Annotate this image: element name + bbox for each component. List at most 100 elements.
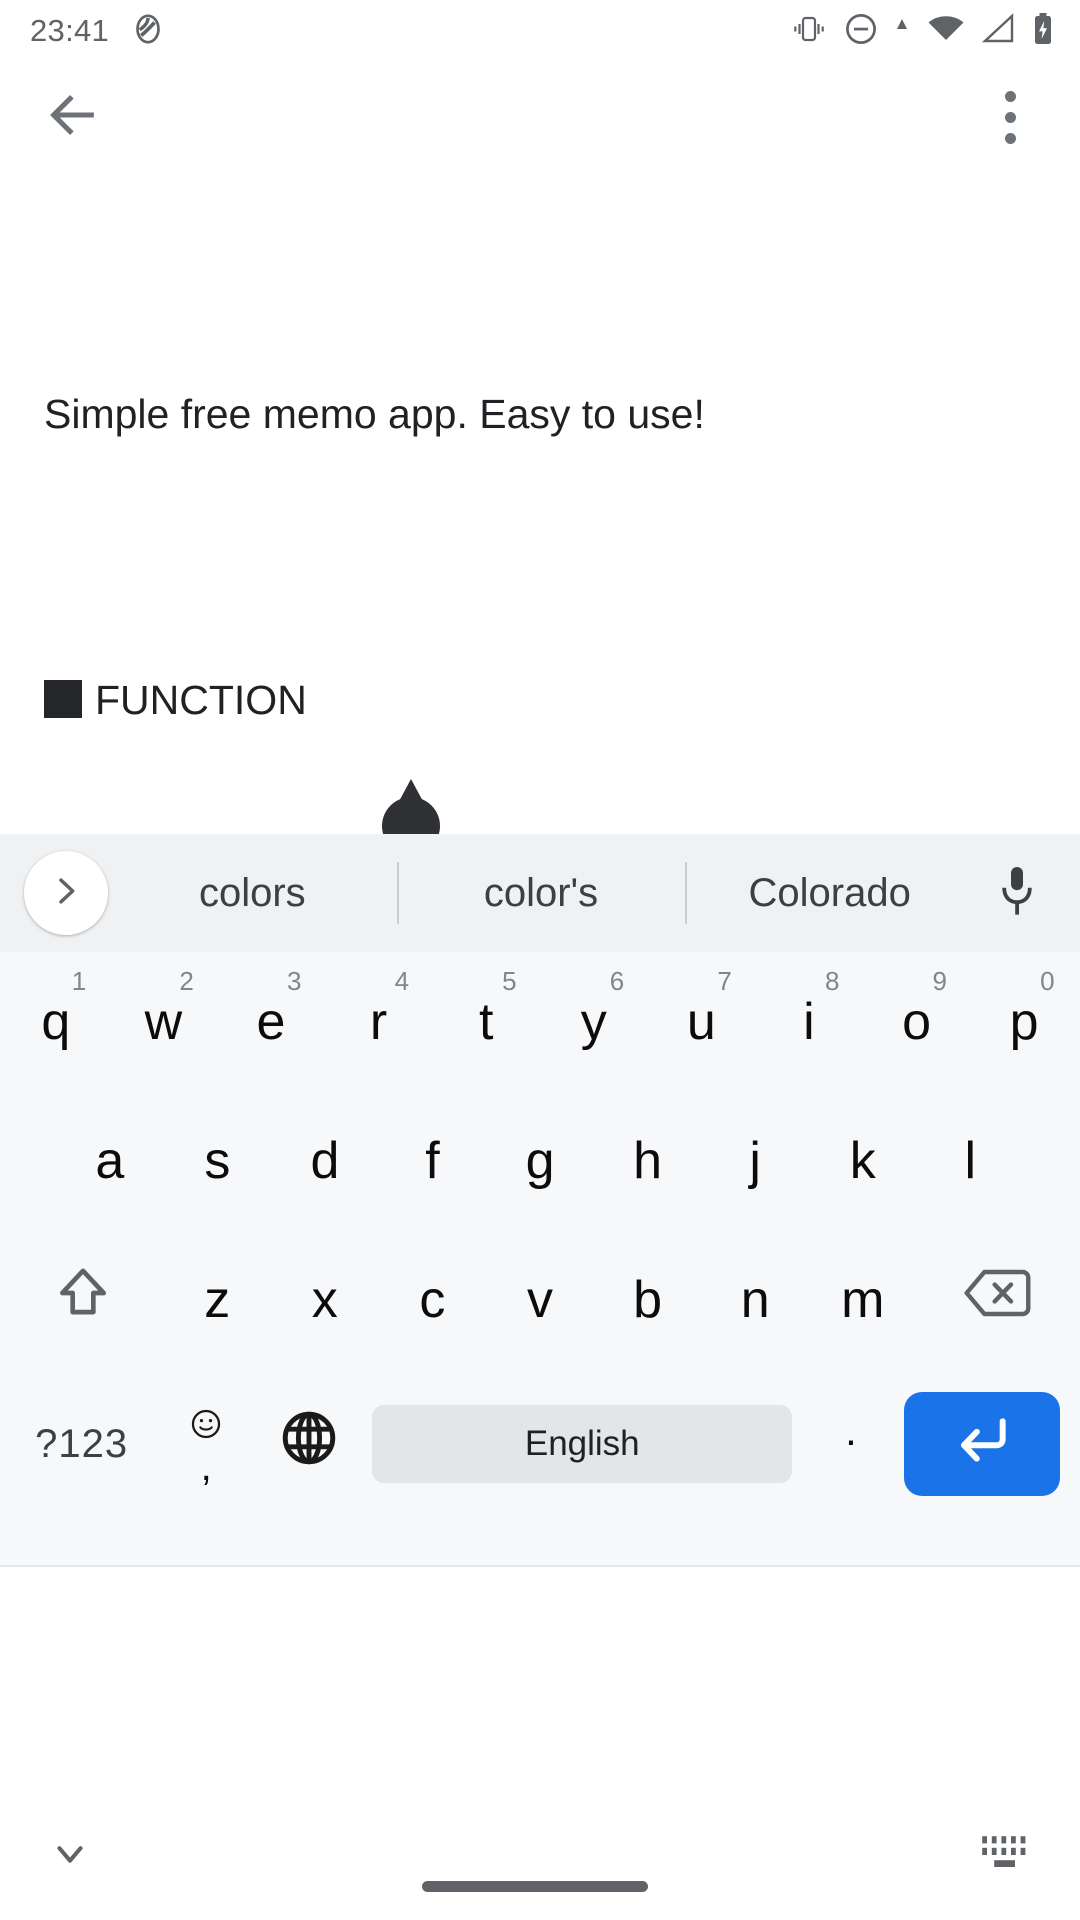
cellular-signal-icon	[982, 13, 1016, 50]
wifi-full-icon	[926, 13, 966, 50]
key-u-number-hint: 7	[717, 966, 731, 997]
switch-keyboard-button[interactable]	[930, 1833, 1080, 1878]
keyboard-icon	[979, 1833, 1031, 1878]
key-t-number-hint: 5	[502, 966, 516, 997]
language-globe-icon	[278, 1407, 340, 1482]
key-m[interactable]: m	[809, 1230, 917, 1369]
key-i[interactable]: 8i	[755, 952, 863, 1091]
keyboard-row-2: a s d f g h j k l	[0, 1091, 1080, 1230]
key-o-label: o	[902, 992, 931, 1052]
status-bar-right-icons	[790, 12, 1054, 51]
key-e[interactable]: 3e	[217, 952, 325, 1091]
key-q-number-hint: 1	[72, 966, 86, 997]
comma-label: ,	[201, 1453, 212, 1481]
key-r-number-hint: 4	[395, 966, 409, 997]
key-z[interactable]: z	[163, 1230, 271, 1369]
symbols-key[interactable]: ?123	[6, 1422, 157, 1467]
key-w-label: w	[145, 992, 183, 1052]
key-t-label: t	[479, 992, 493, 1052]
key-c[interactable]: c	[379, 1230, 487, 1369]
key-i-number-hint: 8	[825, 966, 839, 997]
key-r[interactable]: 4r	[325, 952, 433, 1091]
key-g[interactable]: g	[486, 1091, 594, 1230]
key-p-label: p	[1010, 992, 1039, 1052]
key-d[interactable]: d	[271, 1091, 379, 1230]
status-clock: 23:41	[30, 13, 109, 49]
back-button[interactable]	[36, 81, 108, 153]
key-k[interactable]: k	[809, 1091, 917, 1230]
app-bar	[0, 62, 1080, 172]
shift-icon	[52, 1262, 114, 1337]
key-u[interactable]: 7u	[648, 952, 756, 1091]
key-n[interactable]: n	[701, 1230, 809, 1369]
chevron-right-icon	[46, 871, 86, 916]
key-y[interactable]: 6y	[540, 952, 648, 1091]
chevron-down-icon	[47, 1830, 93, 1881]
memo-line-intro: Simple free memo app. Easy to use!	[44, 391, 1036, 439]
enter-key[interactable]	[904, 1392, 1060, 1496]
keyboard-row-1: 1q 2w 3e 4r 5t 6y 7u 8i 9o 0p	[0, 952, 1080, 1091]
microphone-icon	[992, 863, 1042, 924]
do-not-disturb-icon	[844, 12, 878, 51]
system-nav-bar	[0, 1790, 1080, 1920]
suggestion-item-1[interactable]: color's	[397, 871, 686, 916]
key-r-label: r	[370, 992, 387, 1052]
key-i-label: i	[803, 992, 815, 1052]
on-screen-keyboard: colors color's Colorado 1q 2w 3e 4r 5t 6…	[0, 834, 1080, 1567]
period-key[interactable]: .	[802, 1407, 900, 1481]
key-f[interactable]: f	[379, 1091, 487, 1230]
emoji-key[interactable]: ,	[157, 1407, 255, 1481]
vpn-arrow-icon	[894, 13, 910, 50]
backspace-icon	[962, 1264, 1032, 1335]
key-a[interactable]: a	[56, 1091, 164, 1230]
hide-keyboard-button[interactable]	[0, 1830, 140, 1881]
key-s[interactable]: s	[164, 1091, 272, 1230]
battery-charging-icon	[1032, 12, 1054, 51]
key-l[interactable]: l	[917, 1091, 1025, 1230]
keyboard-row-3: z x c v b n m	[0, 1230, 1080, 1369]
key-t[interactable]: 5t	[432, 952, 540, 1091]
backspace-key[interactable]	[917, 1230, 1078, 1369]
more-vertical-icon	[1005, 91, 1016, 144]
memo-heading-label: FUNCTION	[95, 677, 307, 723]
key-b[interactable]: b	[594, 1230, 702, 1369]
key-h[interactable]: h	[594, 1091, 702, 1230]
home-gesture-area[interactable]	[140, 1790, 930, 1920]
suggestion-item-2[interactable]: Colorado	[685, 871, 974, 916]
do-not-disturb-rotation-icon	[131, 12, 165, 51]
overflow-menu-button[interactable]	[978, 81, 1042, 153]
expand-suggestions-button[interactable]	[24, 851, 108, 935]
key-o-number-hint: 9	[933, 966, 947, 997]
suggestion-strip: colors color's Colorado	[0, 834, 1080, 952]
language-switch-key[interactable]	[255, 1407, 362, 1482]
square-bullet-icon	[44, 680, 82, 718]
suggestion-item-0[interactable]: colors	[108, 871, 397, 916]
memo-blank-line-1	[44, 534, 1036, 582]
key-w-number-hint: 2	[179, 966, 193, 997]
suggestion-list: colors color's Colorado	[108, 834, 974, 952]
status-bar-left-icons	[131, 12, 165, 51]
vibrate-icon	[790, 13, 828, 50]
keyboard-bottom-padding	[0, 1519, 1080, 1567]
voice-input-button[interactable]	[974, 863, 1060, 924]
arrow-back-icon	[43, 86, 101, 149]
keyboard-row-4: ?123 , English .	[0, 1369, 1080, 1519]
key-y-label: y	[581, 992, 607, 1052]
key-x[interactable]: x	[271, 1230, 379, 1369]
key-w[interactable]: 2w	[110, 952, 218, 1091]
key-v[interactable]: v	[486, 1230, 594, 1369]
home-pill-indicator[interactable]	[422, 1881, 648, 1892]
key-u-label: u	[687, 992, 716, 1052]
enter-return-icon	[951, 1407, 1013, 1482]
status-bar: 23:41	[0, 0, 1080, 62]
space-key[interactable]: English	[372, 1405, 792, 1483]
key-p-number-hint: 0	[1040, 966, 1054, 997]
key-j[interactable]: j	[701, 1091, 809, 1230]
key-q[interactable]: 1q	[2, 952, 110, 1091]
key-y-number-hint: 6	[610, 966, 624, 997]
key-q-label: q	[41, 992, 70, 1052]
shift-key[interactable]	[2, 1230, 163, 1369]
key-p[interactable]: 0p	[970, 952, 1078, 1091]
key-o[interactable]: 9o	[863, 952, 971, 1091]
key-e-number-hint: 3	[287, 966, 301, 997]
